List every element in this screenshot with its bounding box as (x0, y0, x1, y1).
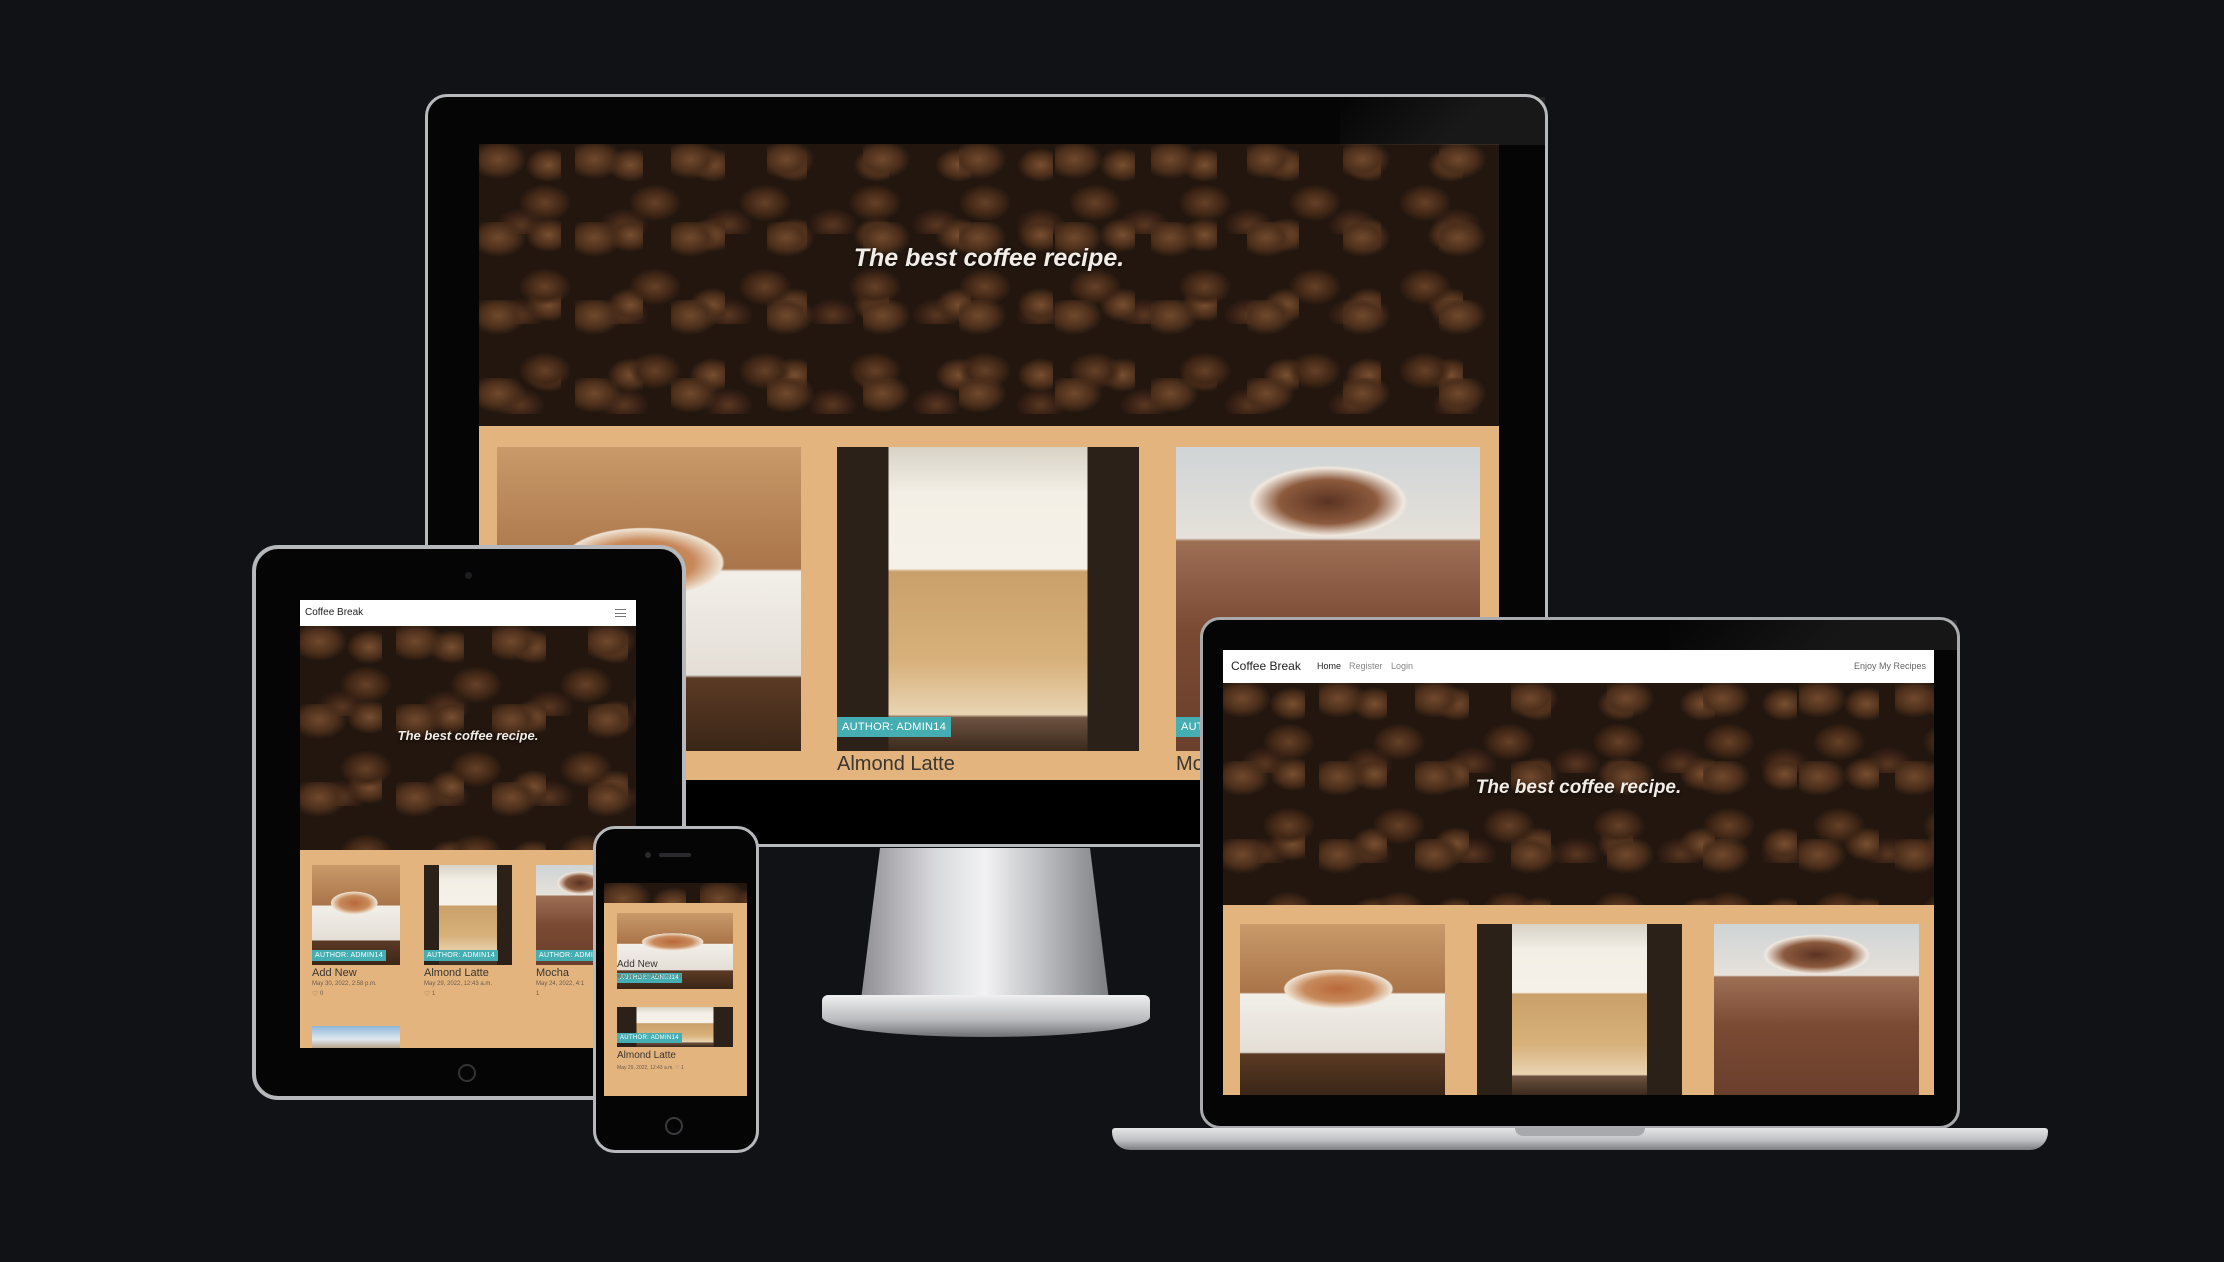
heart-icon[interactable]: ♡ (312, 990, 318, 998)
post-meta-add-new: May 30, 2022, 2:58 p.m. ♡ 0 (617, 974, 681, 980)
navbar: Coffee Break Home Register Login Enjoy M… (1223, 650, 1934, 683)
hero-banner (604, 883, 747, 903)
monitor-stand-base (822, 995, 1150, 1037)
hero-banner: The best coffee recipe. (300, 626, 636, 850)
phone-speaker (659, 853, 691, 857)
hero-heading: The best coffee recipe. (853, 244, 1125, 272)
author-badge: AUTHOR: ADMIN14 (617, 1033, 682, 1043)
monitor-glare (1340, 97, 1545, 145)
post-date-mocha: May 24, 2022, 4:1 (536, 981, 585, 987)
home-button-icon[interactable] (458, 1064, 476, 1082)
hamburger-menu-icon[interactable] (615, 609, 626, 617)
post-image-almond-latte[interactable]: AUTHOR: ADMIN14 (617, 1007, 733, 1047)
laptop-screen: Coffee Break Home Register Login Enjoy M… (1223, 650, 1934, 1095)
phone-screen: AUTHOR: ADMIN14 Add New May 30, 2022, 2:… (604, 883, 747, 1096)
camera-icon (465, 572, 472, 579)
nav-register-link[interactable]: Register (1349, 661, 1383, 671)
brand-logo[interactable]: Coffee Break (305, 607, 363, 618)
post-title-mocha[interactable]: Mocha (536, 967, 569, 979)
post-image-almond-latte[interactable]: AUTHOR: ADMIN14 (837, 447, 1139, 751)
laptop-notch (1515, 1128, 1645, 1136)
post-title-almond-latte[interactable]: Almond Latte (424, 967, 489, 979)
hero-heading: The best coffee recipe. (1475, 777, 1682, 798)
hero-banner: The best coffee recipe. (1223, 683, 1934, 905)
tablet-screen: Coffee Break The best coffee recipe. AUT… (300, 600, 636, 1048)
nav-tagline: Enjoy My Recipes (1853, 661, 1926, 671)
post-likes-mocha: 1 (536, 991, 540, 997)
author-badge: AUTHOR: ADMIN14 (312, 950, 386, 961)
author-badge: AUTHOR: ADMIN14 (424, 950, 498, 961)
hero-heading: The best coffee recipe. (397, 728, 539, 743)
monitor-stand-neck (860, 848, 1110, 1008)
post-title-add-new[interactable]: Add New (617, 959, 658, 970)
post-title-almond-latte[interactable]: Almond Latte (617, 1050, 676, 1061)
laptop-glare (1670, 620, 1957, 650)
camera-icon (645, 852, 651, 858)
post-title-add-new[interactable]: Add New (312, 967, 357, 979)
nav-home-link[interactable]: Home (1317, 661, 1341, 671)
brand-logo[interactable]: Coffee Break (1231, 659, 1301, 673)
post-image-next[interactable] (312, 1026, 400, 1048)
post-likes-add-new: 0 (320, 991, 324, 997)
post-image-almond-latte[interactable] (1477, 924, 1682, 1095)
post-date-add-new: May 30, 2022, 2:58 p.m. (312, 981, 377, 987)
home-button-icon[interactable] (665, 1117, 683, 1135)
post-title-almond-latte[interactable]: Almond Latte (837, 753, 955, 776)
post-image-add-new[interactable]: AUTHOR: ADMIN14 (312, 865, 400, 965)
navbar: Coffee Break (300, 600, 636, 626)
heart-icon[interactable]: ♡ (424, 990, 430, 998)
post-image-almond-latte[interactable]: AUTHOR: ADMIN14 (424, 865, 512, 965)
post-date-almond-latte: May 29, 2022, 12:43 a.m. (424, 981, 493, 987)
nav-login-link[interactable]: Login (1391, 661, 1413, 671)
post-meta-almond-latte: May 29, 2022, 12:43 a.m. ♡ 1 (617, 1065, 684, 1071)
post-image-add-new[interactable] (1240, 924, 1445, 1095)
post-likes-almond-latte: 1 (432, 991, 436, 997)
author-badge: AUTHOR: ADMIN14 (837, 717, 952, 737)
hero-banner: The best coffee recipe. (479, 144, 1499, 426)
post-image-mocha[interactable] (1714, 924, 1919, 1095)
